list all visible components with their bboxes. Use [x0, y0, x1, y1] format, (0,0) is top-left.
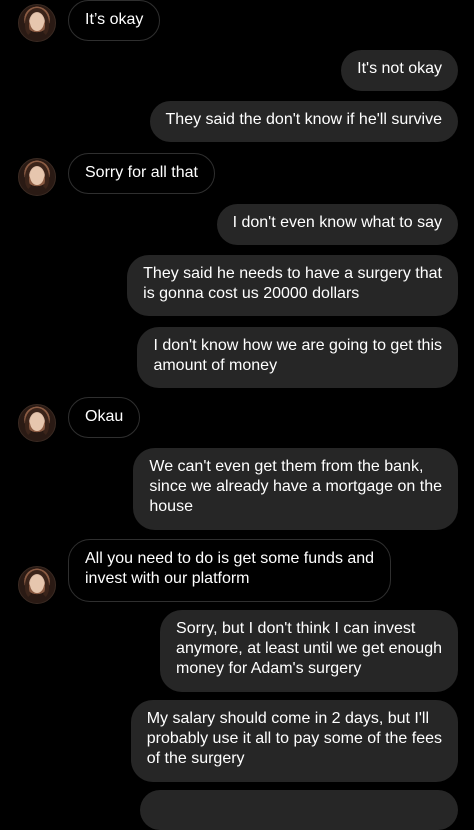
- message-bubble-outgoing[interactable]: It's not okay: [341, 50, 458, 91]
- message-bubble-outgoing[interactable]: They said he needs to have a surgery tha…: [127, 255, 458, 316]
- message-bubble-outgoing[interactable]: Sorry, but I don't think I can invest an…: [160, 610, 458, 692]
- avatar-face: [30, 13, 44, 31]
- avatar-face: [30, 575, 44, 593]
- avatar-face: [30, 413, 44, 431]
- contact-avatar[interactable]: [18, 566, 56, 604]
- message-bubble-outgoing-partial[interactable]: [140, 790, 458, 830]
- message-bubble-outgoing[interactable]: I don't know how we are going to get thi…: [137, 327, 458, 388]
- message-bubble-outgoing[interactable]: We can't even get them from the bank, si…: [133, 448, 458, 530]
- contact-avatar[interactable]: [18, 404, 56, 442]
- message-bubble-outgoing[interactable]: My salary should come in 2 days, but I'l…: [130, 700, 458, 782]
- contact-avatar[interactable]: [18, 4, 56, 42]
- contact-avatar[interactable]: [18, 158, 56, 196]
- message-bubble-incoming[interactable]: All you need to do is get some funds and…: [68, 539, 392, 602]
- avatar-face: [30, 167, 44, 185]
- message-bubble-incoming[interactable]: Sorry for all that: [68, 153, 215, 194]
- message-thread[interactable]: It’s okay It's not okay They said the do…: [0, 0, 474, 830]
- message-bubble-outgoing[interactable]: I don't even know what to say: [216, 204, 458, 245]
- message-bubble-incoming[interactable]: Okau: [68, 397, 141, 438]
- message-bubble-outgoing[interactable]: They said the don't know if he'll surviv…: [149, 101, 458, 142]
- message-bubble-incoming[interactable]: It’s okay: [68, 0, 161, 41]
